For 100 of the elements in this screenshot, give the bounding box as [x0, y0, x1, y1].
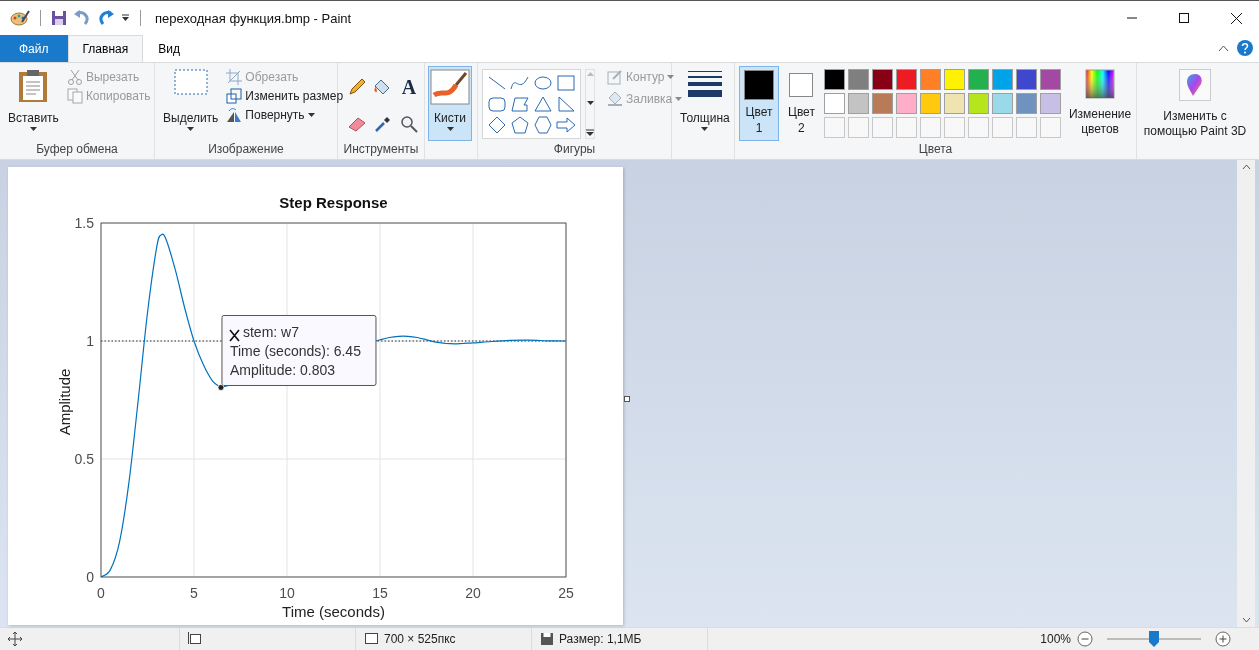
- selection-size-icon: [188, 632, 202, 646]
- file-menu-tab[interactable]: Файл: [0, 35, 68, 62]
- color-swatch[interactable]: [991, 69, 1013, 90]
- zoom-level: 100%: [1040, 632, 1071, 646]
- tick-label: 1.5: [74, 215, 94, 231]
- color-swatch[interactable]: [919, 93, 941, 114]
- axis-title: Time (seconds): [282, 603, 385, 620]
- paint-3d-button[interactable]: Изменить с помощью Paint 3D: [1141, 66, 1249, 142]
- right-triangle-shape-icon[interactable]: [555, 94, 577, 114]
- empty-color-slot[interactable]: [871, 117, 893, 138]
- ribbon-tab[interactable]: Главная: [67, 35, 144, 62]
- empty-color-slot[interactable]: [1039, 117, 1061, 138]
- paste-button[interactable]: Вставить: [4, 66, 63, 141]
- tick-label: 5: [190, 585, 198, 601]
- color-swatch[interactable]: [991, 93, 1013, 114]
- brushes-button[interactable]: Кисти: [428, 66, 472, 141]
- empty-color-slot[interactable]: [1015, 117, 1037, 138]
- help-icon[interactable]: [1237, 40, 1253, 56]
- pencil-icon[interactable]: [346, 76, 368, 98]
- empty-color-slot[interactable]: [943, 117, 965, 138]
- color-slot-button[interactable]: Цвет 2: [783, 66, 820, 141]
- empty-color-slot[interactable]: [823, 117, 845, 138]
- undo-icon[interactable]: [73, 10, 91, 26]
- empty-color-slot[interactable]: [991, 117, 1013, 138]
- tick-label: 0.5: [74, 451, 94, 467]
- pentagon-shape-icon[interactable]: [509, 115, 531, 135]
- empty-color-slot[interactable]: [967, 117, 989, 138]
- polygon-shape-icon[interactable]: [509, 94, 531, 114]
- resize-button[interactable]: Изменить размер: [226, 88, 344, 104]
- color-swatch[interactable]: [871, 69, 893, 90]
- color-slot-button[interactable]: Цвет 1: [739, 66, 779, 141]
- tick-label: 25: [558, 585, 574, 601]
- color-swatch[interactable]: [967, 69, 989, 90]
- color-swatch[interactable]: [895, 93, 917, 114]
- clipboard-icon: [18, 69, 49, 103]
- color-swatch[interactable]: [1015, 69, 1037, 90]
- caret-icon: [701, 127, 709, 131]
- group-label: Цвета: [917, 141, 954, 158]
- crop-icon: [226, 69, 243, 85]
- text-tool-button[interactable]: A: [398, 76, 420, 98]
- resize-handle[interactable]: [624, 396, 630, 402]
- color-swatch[interactable]: [847, 93, 869, 114]
- datatip-text: stem: w7: [242, 324, 299, 341]
- caret-icon: [29, 127, 37, 131]
- color-swatch[interactable]: [895, 69, 917, 90]
- hexagon-shape-icon[interactable]: [532, 115, 554, 135]
- oval-shape-icon[interactable]: [532, 73, 554, 93]
- tick-label: 0: [97, 585, 105, 601]
- color-swatch[interactable]: [871, 93, 893, 114]
- color-swatch[interactable]: [823, 69, 845, 90]
- paint-palette-icon[interactable]: [10, 9, 30, 27]
- arrow-shape-icon[interactable]: [555, 115, 577, 135]
- rotate-button[interactable]: Повернуть: [226, 107, 344, 123]
- image-size-icon: [364, 632, 379, 646]
- color-swatch[interactable]: [1015, 93, 1037, 114]
- zoom-in-button[interactable]: [1215, 631, 1231, 647]
- zoom-slider-thumb[interactable]: [1149, 631, 1159, 647]
- customize-caret-icon[interactable]: [121, 14, 130, 22]
- zoom-out-button[interactable]: [1077, 631, 1093, 647]
- expand-gallery-icon[interactable]: [586, 129, 594, 136]
- group-label: Изображение: [207, 141, 285, 158]
- ribbon-tab[interactable]: Вид: [143, 35, 195, 62]
- collapse-ribbon-icon[interactable]: [1218, 44, 1229, 52]
- tick-label: 15: [372, 585, 388, 601]
- datatip-text: Time (seconds): 6.45: [229, 343, 361, 360]
- rectangle-shape-icon[interactable]: [555, 73, 577, 93]
- scroll-down-icon[interactable]: [1241, 618, 1251, 623]
- edit-colors-button[interactable]: Изменение цветов: [1064, 66, 1136, 141]
- scissors-icon: [66, 69, 83, 85]
- color-swatch[interactable]: [1039, 69, 1061, 90]
- color-swatch[interactable]: [943, 69, 965, 90]
- select-button[interactable]: Выделить: [159, 66, 223, 141]
- maximize-icon: [1179, 13, 1189, 23]
- color-swatch[interactable]: [823, 93, 845, 114]
- zoom-slider[interactable]: [1107, 630, 1201, 648]
- paint-3d-icon: [1179, 69, 1211, 101]
- diamond-shape-icon[interactable]: [486, 115, 508, 135]
- scroll-up-icon[interactable]: [1241, 164, 1251, 169]
- empty-color-slot[interactable]: [895, 117, 917, 138]
- fill-bucket-icon: [607, 91, 623, 107]
- empty-color-slot[interactable]: [847, 117, 869, 138]
- datatip-text: Amplitude: 0.803: [229, 362, 336, 379]
- color-swatch[interactable]: [1039, 93, 1061, 114]
- triangle-shape-icon[interactable]: [532, 94, 554, 114]
- empty-color-slot[interactable]: [919, 117, 941, 138]
- vertical-scrollbar[interactable]: [1237, 160, 1255, 627]
- tick-label: 20: [465, 585, 481, 601]
- file-size: Размер: 1,1МБ: [559, 632, 642, 646]
- color-swatch[interactable]: [967, 93, 989, 114]
- color-swatch[interactable]: [943, 93, 965, 114]
- redo-icon[interactable]: [97, 10, 115, 26]
- scroll-down-icon[interactable]: [586, 100, 594, 105]
- rounded-rectangle-shape-icon[interactable]: [486, 94, 508, 114]
- color-swatch[interactable]: [919, 69, 941, 90]
- tick-label: 0: [86, 569, 94, 585]
- color-swatch[interactable]: [847, 69, 869, 90]
- caret-icon: [667, 75, 675, 79]
- save-icon[interactable]: [51, 10, 67, 26]
- tick-label: 1: [86, 333, 94, 349]
- color-spectrum-icon: [1085, 69, 1116, 99]
